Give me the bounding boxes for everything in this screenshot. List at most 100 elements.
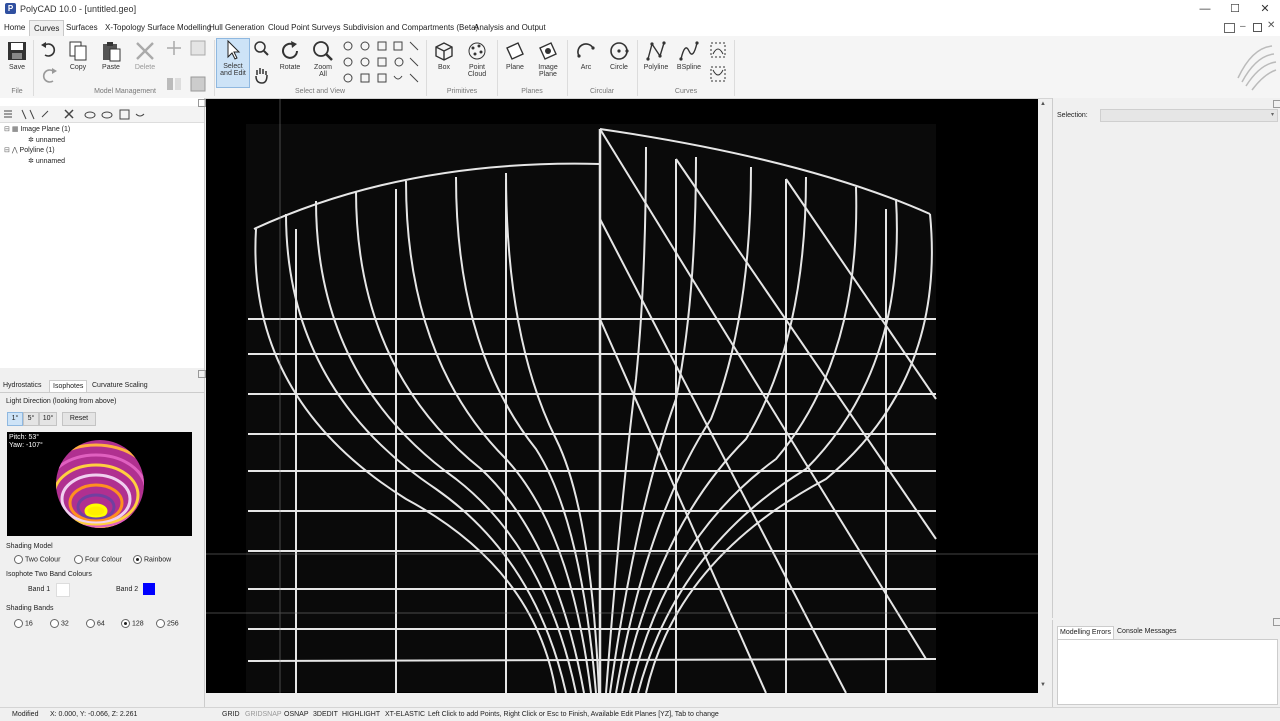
radio-rainbow-label: Rainbow	[144, 556, 172, 564]
step-5-button[interactable]: 5°	[23, 412, 39, 426]
radio-bands-32[interactable]: 32	[50, 619, 69, 628]
select-and-edit-button[interactable]: Select and Edit	[216, 38, 250, 88]
plane-button[interactable]: Plane	[500, 40, 530, 71]
scroll-up-icon[interactable]: ▲	[1040, 101, 1046, 107]
toggle-xt-elastic[interactable]: XT-ELASTIC	[385, 708, 425, 721]
save-button[interactable]: Save	[2, 40, 32, 71]
group-circular-label: Circular	[589, 88, 615, 95]
radio-bands-128[interactable]: 128	[121, 619, 144, 628]
chevron-down-icon: ▾	[1270, 112, 1274, 118]
tree-image-plane-child-label: unnamed	[35, 137, 66, 144]
radio-bands-16[interactable]: 16	[14, 619, 33, 628]
maximize-button[interactable]: ☐	[1220, 0, 1250, 20]
copy-label: Copy	[69, 64, 87, 71]
3d-viewport[interactable]	[206, 99, 1038, 693]
arc-button[interactable]: Arc	[571, 40, 601, 71]
band-colours-label: Isophote Two Band Colours	[6, 571, 92, 578]
panel-pin-icon[interactable]	[198, 99, 206, 107]
tab-x-topology[interactable]: X-Topology Surface Modelling	[104, 20, 212, 35]
radio-bands-256[interactable]: 256	[156, 619, 179, 628]
band1-label: Band 1	[28, 586, 51, 593]
scale-icon[interactable]	[190, 76, 206, 92]
panel-pin-icon[interactable]	[1273, 618, 1280, 626]
toggle-gridsnap[interactable]: GRIDSNAP	[245, 708, 282, 721]
doc-minimize-icon[interactable]: –	[1240, 21, 1246, 32]
tab-surfaces[interactable]: Surfaces	[65, 20, 99, 35]
zoom-window-icon[interactable]	[253, 40, 269, 58]
tab-curvature-scaling[interactable]: Curvature Scaling	[92, 380, 148, 392]
tree-image-plane[interactable]: ⊟ ▦ Image Plane (1)	[4, 125, 70, 133]
arc-label: Arc	[580, 64, 592, 71]
pitch-readout: Pitch: 53°	[9, 434, 40, 441]
ribbon: Save File Copy Paste Delete Model Manage…	[0, 36, 1280, 115]
tree-polyline-label: Polyline (1)	[19, 147, 55, 154]
mirror-icon[interactable]	[166, 76, 181, 90]
pan-hand-icon[interactable]	[253, 66, 269, 86]
curve-tool-icon-2[interactable]	[710, 66, 726, 84]
doc-close-icon[interactable]: ✕	[1267, 20, 1275, 31]
redo-icon[interactable]	[40, 68, 58, 86]
paste-button[interactable]: Paste	[96, 40, 126, 71]
light-direction-sphere-view[interactable]: Pitch: 53° Yaw: -107°	[7, 432, 192, 536]
tab-subdivision[interactable]: Subdivision and Compartments (Beta)	[342, 20, 479, 35]
circle-label: Circle	[610, 64, 628, 71]
band1-color-swatch[interactable]	[56, 583, 70, 597]
title-bar: P PolyCAD 10.0 - [untitled.geo] — ☐ ✕	[0, 0, 1280, 20]
selection-dropdown[interactable]: ▾	[1100, 109, 1278, 122]
viewport-scrollbar[interactable]: ▲ ▼	[1038, 99, 1049, 693]
tab-modelling-errors[interactable]: Modelling Errors	[1057, 626, 1114, 639]
radio-bands-64[interactable]: 64	[86, 619, 105, 628]
polyline-button[interactable]: Polyline	[641, 40, 671, 71]
scroll-down-icon[interactable]: ▼	[1040, 682, 1046, 688]
toggle-highlight[interactable]: HIGHLIGHT	[342, 708, 380, 721]
panel-pin-icon[interactable]	[1273, 100, 1280, 108]
tab-cloud-point-surveys[interactable]: Cloud Point Surveys	[267, 20, 341, 35]
tab-analysis-output[interactable]: Analysis and Output	[473, 20, 547, 35]
move-icon[interactable]	[166, 40, 181, 55]
panel-pin-icon[interactable]	[198, 370, 206, 378]
box-button[interactable]: Box	[429, 40, 459, 71]
tree-polyline-child[interactable]: ✲ unnamed	[28, 157, 65, 165]
radio-four-colour-label: Four Colour	[85, 556, 122, 564]
toggle-osnap[interactable]: OSNAP	[284, 708, 309, 721]
radio-four-colour[interactable]: Four Colour	[74, 555, 122, 564]
radio-two-colour[interactable]: Two Colour	[14, 555, 60, 564]
circle-button[interactable]: Circle	[604, 40, 634, 71]
toggle-grid[interactable]: GRID	[222, 708, 240, 721]
toggle-3dedit[interactable]: 3DEDIT	[313, 708, 338, 721]
point-cloud-label-1: Point	[469, 64, 485, 71]
tree-toolbar	[0, 106, 204, 123]
tab-hydrostatics[interactable]: Hydrostatics	[3, 380, 42, 392]
tab-hull-generation[interactable]: Hull Generation	[208, 20, 266, 35]
rotate-button[interactable]: Rotate	[275, 40, 305, 71]
point-cloud-button[interactable]: Point Cloud	[462, 40, 492, 78]
radio-rainbow[interactable]: Rainbow	[133, 555, 171, 564]
reset-button[interactable]: Reset	[62, 412, 96, 426]
zoom-all-button[interactable]: Zoom All	[308, 40, 338, 78]
curve-tool-icon-1[interactable]	[710, 42, 726, 60]
minimize-button[interactable]: —	[1190, 0, 1220, 20]
polyline-icon	[646, 41, 666, 61]
tree-polyline[interactable]: ⊟ ⋀ Polyline (1)	[4, 146, 55, 154]
tab-console-messages[interactable]: Console Messages	[1117, 626, 1177, 638]
tree-image-plane-child[interactable]: ✲ unnamed	[28, 136, 65, 144]
resize-icon[interactable]	[190, 40, 206, 56]
delete-button[interactable]: Delete	[130, 40, 160, 71]
copy-icon	[69, 41, 87, 61]
tab-curves[interactable]: Curves	[29, 20, 65, 36]
band2-color-swatch[interactable]	[143, 583, 155, 595]
doc-restore-icon[interactable]	[1253, 23, 1262, 32]
undo-icon[interactable]	[40, 42, 58, 60]
step-10-button[interactable]: 10°	[39, 412, 57, 426]
box-label: Box	[437, 64, 451, 71]
tab-home[interactable]: Home	[3, 20, 26, 35]
plane-icon	[506, 42, 524, 60]
step-1-button[interactable]: 1°	[7, 412, 23, 426]
view-tools-grid	[342, 40, 422, 88]
bspline-button[interactable]: BSpline	[674, 40, 704, 71]
ribbon-options-icon[interactable]	[1224, 23, 1235, 33]
copy-button[interactable]: Copy	[63, 40, 93, 71]
close-button[interactable]: ✕	[1250, 0, 1280, 20]
separator	[734, 40, 735, 96]
image-plane-button[interactable]: Image Plane	[533, 40, 563, 78]
